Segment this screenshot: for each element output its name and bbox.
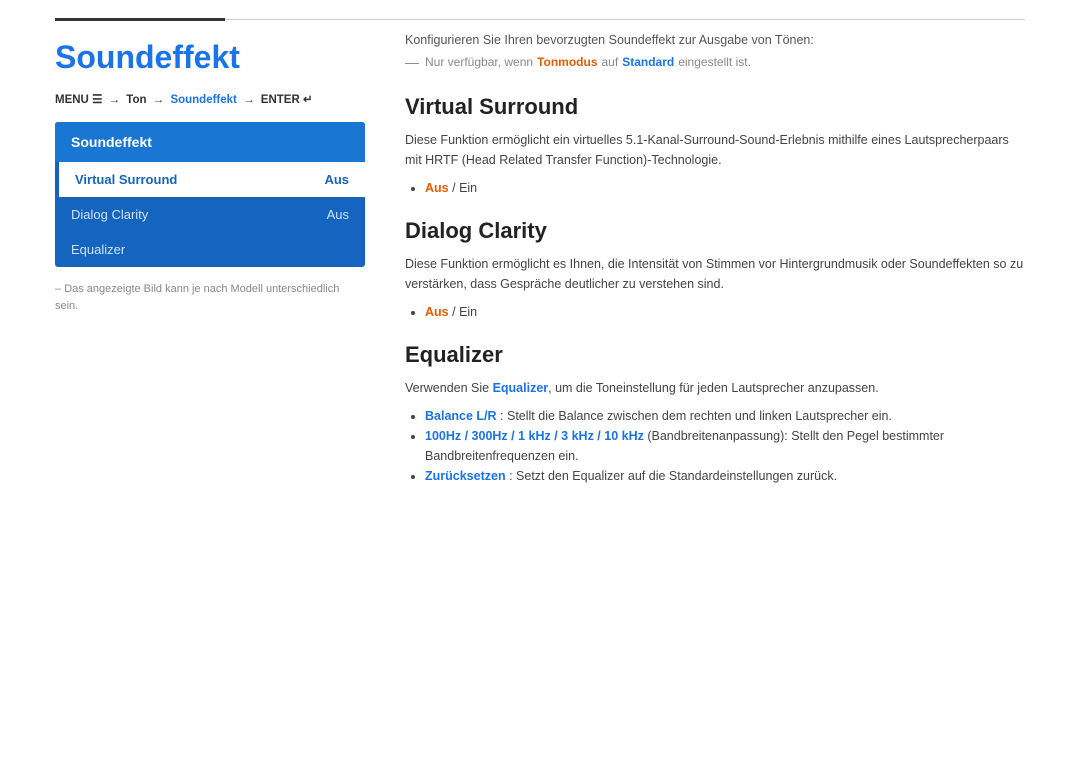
- top-bar-right-line: [225, 19, 1025, 20]
- arrow2: →: [153, 94, 165, 106]
- bullet-aus-ein-virtual: Aus / Ein: [425, 178, 1025, 198]
- nav-value-virtual-surround: Aus: [324, 172, 349, 187]
- section-title-virtual-surround: Virtual Surround: [405, 94, 1025, 120]
- bullet-reset-label: Zurücksetzen: [425, 469, 506, 483]
- bullet-hz-label: 100Hz / 300Hz / 1 kHz / 3 kHz / 10 kHz: [425, 429, 644, 443]
- nav-item-dialog-clarity[interactable]: Dialog Clarity Aus: [55, 197, 365, 232]
- bullet-ein-dialog: Ein: [459, 305, 477, 319]
- main-content: Soundeffekt MENU ☰ → Ton → Soundeffekt →…: [0, 31, 1080, 506]
- nav-item-virtual-surround[interactable]: Virtual Surround Aus: [55, 162, 365, 197]
- bullet-ein-virtual: Ein: [459, 181, 477, 195]
- menu-icon: ☰: [92, 94, 102, 106]
- top-bar: [0, 0, 1080, 21]
- bc-soundeffekt: Soundeffekt: [170, 94, 236, 106]
- section-dialog-clarity: Dialog Clarity Diese Funktion ermöglicht…: [405, 218, 1025, 322]
- menu-label: MENU: [55, 94, 89, 106]
- bullet-reset-text: : Setzt den Equalizer auf die Standardei…: [509, 469, 837, 483]
- avail-suffix: eingestellt ist.: [678, 55, 751, 69]
- left-panel: Soundeffekt MENU ☰ → Ton → Soundeffekt →…: [55, 31, 365, 506]
- nav-value-dialog-clarity: Aus: [327, 207, 349, 222]
- avail-auf: auf: [602, 55, 619, 69]
- bullet-balance-label: Balance L/R: [425, 409, 497, 423]
- right-panel: Konfigurieren Sie Ihren bevorzugten Soun…: [405, 31, 1025, 506]
- bc-enter: ENTER: [261, 94, 303, 106]
- nav-label-virtual-surround: Virtual Surround: [75, 172, 177, 187]
- intro-text: Konfigurieren Sie Ihren bevorzugten Soun…: [405, 31, 1025, 50]
- bullet-aus-ein-dialog: Aus / Ein: [425, 302, 1025, 322]
- bullet-balance-text: : Stellt die Balance zwischen dem rechte…: [500, 409, 892, 423]
- note-text: – Das angezeigte Bild kann je nach Model…: [55, 281, 365, 314]
- section-desc-virtual-surround: Diese Funktion ermöglicht ein virtuelles…: [405, 130, 1025, 170]
- nav-menu-title: Soundeffekt: [55, 122, 365, 162]
- avail-standard: Standard: [622, 55, 674, 69]
- enter-icon: ↵: [303, 94, 313, 106]
- avail-prefix: Nur verfügbar, wenn: [425, 55, 533, 69]
- note-dash: –: [55, 283, 64, 295]
- breadcrumb: MENU ☰ → Ton → Soundeffekt → ENTER ↵: [55, 92, 365, 106]
- bullet-reset: Zurücksetzen : Setzt den Equalizer auf d…: [425, 466, 1025, 486]
- page-title: Soundeffekt: [55, 39, 365, 76]
- nav-item-equalizer[interactable]: Equalizer: [55, 232, 365, 267]
- section-equalizer: Equalizer Verwenden Sie Equalizer, um di…: [405, 342, 1025, 486]
- avail-note: — Nur verfügbar, wenn Tonmodus auf Stand…: [405, 54, 1025, 70]
- top-bar-left-line: [55, 18, 225, 21]
- eq-link: Equalizer: [493, 381, 549, 395]
- nav-label-dialog-clarity: Dialog Clarity: [71, 207, 148, 222]
- bullet-list-equalizer: Balance L/R : Stellt die Balance zwische…: [425, 406, 1025, 486]
- avail-tonmodus: Tonmodus: [537, 55, 597, 69]
- section-virtual-surround: Virtual Surround Diese Funktion ermöglic…: [405, 94, 1025, 198]
- bullet-aus-dialog: Aus: [425, 305, 449, 319]
- bc-ton: Ton: [126, 94, 146, 106]
- bullet-aus-virtual: Aus: [425, 181, 449, 195]
- section-title-equalizer: Equalizer: [405, 342, 1025, 368]
- section-title-dialog-clarity: Dialog Clarity: [405, 218, 1025, 244]
- bullet-list-dialog-clarity: Aus / Ein: [425, 302, 1025, 322]
- bullet-hz: 100Hz / 300Hz / 1 kHz / 3 kHz / 10 kHz (…: [425, 426, 1025, 466]
- section-desc-dialog-clarity: Diese Funktion ermöglicht es Ihnen, die …: [405, 254, 1025, 294]
- nav-label-equalizer: Equalizer: [71, 242, 125, 257]
- nav-menu: Soundeffekt Virtual Surround Aus Dialog …: [55, 122, 365, 267]
- avail-dash: —: [405, 54, 419, 70]
- arrow3: →: [243, 94, 255, 106]
- note-content: Das angezeigte Bild kann je nach Modell …: [55, 283, 339, 312]
- section-desc-equalizer: Verwenden Sie Equalizer, um die Toneinst…: [405, 378, 1025, 398]
- bullet-balance: Balance L/R : Stellt die Balance zwische…: [425, 406, 1025, 426]
- bullet-list-virtual-surround: Aus / Ein: [425, 178, 1025, 198]
- arrow1: →: [109, 94, 121, 106]
